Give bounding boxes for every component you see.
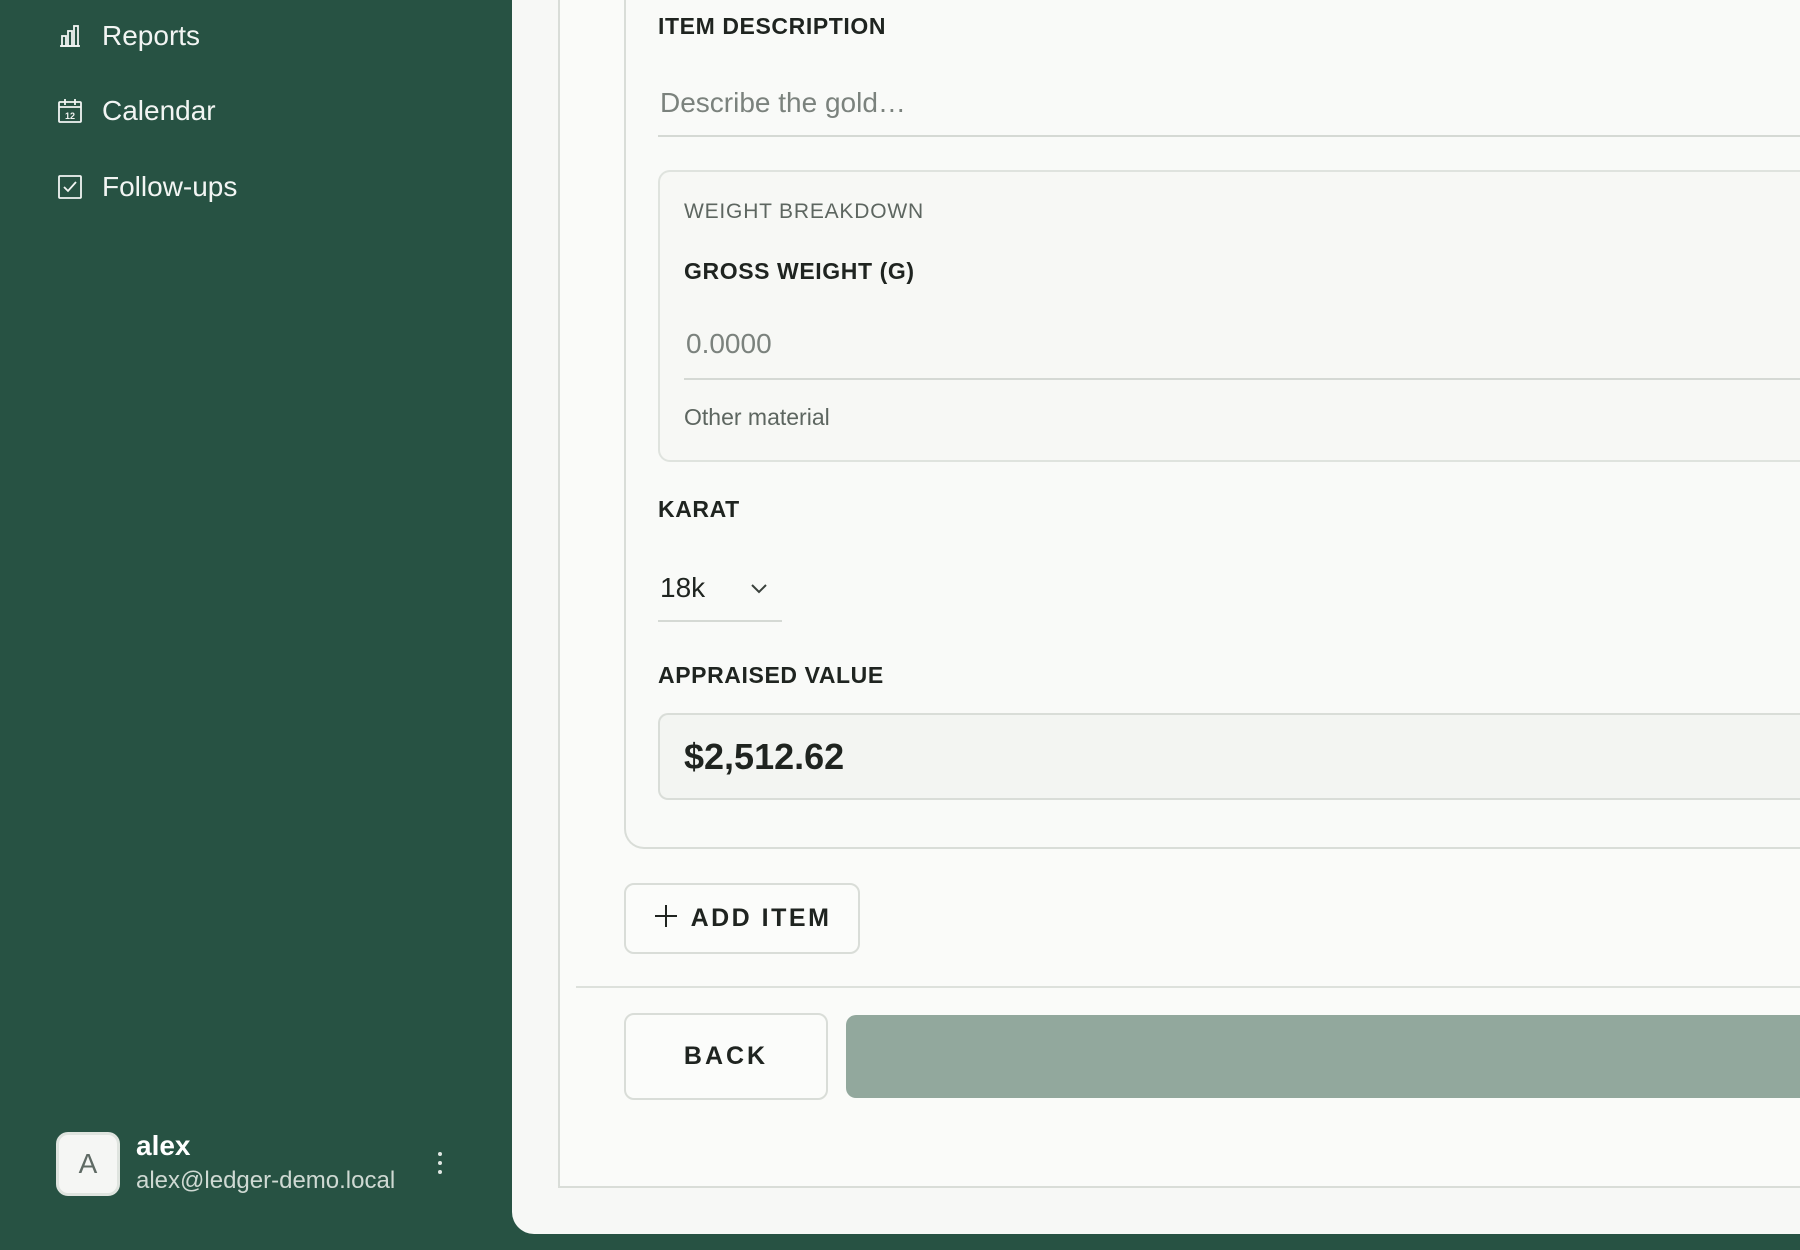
- calendar-icon-day: 12: [65, 111, 75, 121]
- checkbox-icon: [56, 173, 84, 201]
- other-material-label: Other material: [684, 404, 830, 430]
- karat-selected-value: 18k: [660, 571, 706, 603]
- sidebar-item-label: Follow-ups: [102, 171, 238, 202]
- weight-breakdown-panel: WEIGHT BREAKDOWN GROSS WEIGHT (G) Other …: [658, 170, 1800, 462]
- sidebar-item-calendar[interactable]: 12 Calendar: [56, 83, 216, 139]
- item-description-label: ITEM DESCRIPTION: [658, 13, 887, 39]
- user-email: alex@ledger-demo.local: [136, 1167, 396, 1194]
- add-item-button[interactable]: ADD ITEM: [624, 883, 860, 954]
- appraised-value-field: $2,512.62: [658, 713, 1800, 800]
- chevron-down-icon: [748, 577, 770, 599]
- sidebar-item-label: Reports: [102, 20, 201, 51]
- back-label: BACK: [683, 1042, 769, 1070]
- appraised-value-amount: $2,512.62: [684, 735, 845, 777]
- sidebar-item-label: Calendar: [102, 95, 216, 126]
- karat-select[interactable]: 18k: [658, 555, 782, 622]
- continue-button[interactable]: [846, 1015, 1800, 1098]
- sidebar: Reports 12 Calendar Follow-ups A alex al…: [0, 0, 512, 1250]
- bar-chart-icon: [56, 22, 84, 50]
- gross-weight-input[interactable]: [684, 310, 1800, 380]
- gross-weight-label: GROSS WEIGHT (G): [684, 258, 915, 284]
- main-panel: ITEM DESCRIPTION WEIGHT BREAKDOWN GROSS …: [512, 0, 1800, 1234]
- appraised-value-label: APPRAISED VALUE: [658, 662, 884, 688]
- footer-divider: [576, 986, 1800, 988]
- weight-breakdown-title: WEIGHT BREAKDOWN: [684, 200, 924, 223]
- item-description-input[interactable]: [658, 70, 1800, 137]
- karat-label: KARAT: [658, 496, 740, 522]
- user-profile[interactable]: A alex alex@ledger-demo.local: [56, 1130, 395, 1198]
- back-button[interactable]: BACK: [624, 1013, 828, 1100]
- more-options-icon[interactable]: [424, 1145, 456, 1181]
- sidebar-item-follow-ups[interactable]: Follow-ups: [56, 159, 237, 215]
- calendar-icon: 12: [56, 97, 84, 125]
- sidebar-item-reports[interactable]: Reports: [56, 8, 200, 64]
- user-name: alex: [136, 1130, 191, 1161]
- plus-icon: [653, 903, 679, 934]
- add-item-label: ADD ITEM: [690, 904, 832, 932]
- avatar: A: [56, 1132, 120, 1196]
